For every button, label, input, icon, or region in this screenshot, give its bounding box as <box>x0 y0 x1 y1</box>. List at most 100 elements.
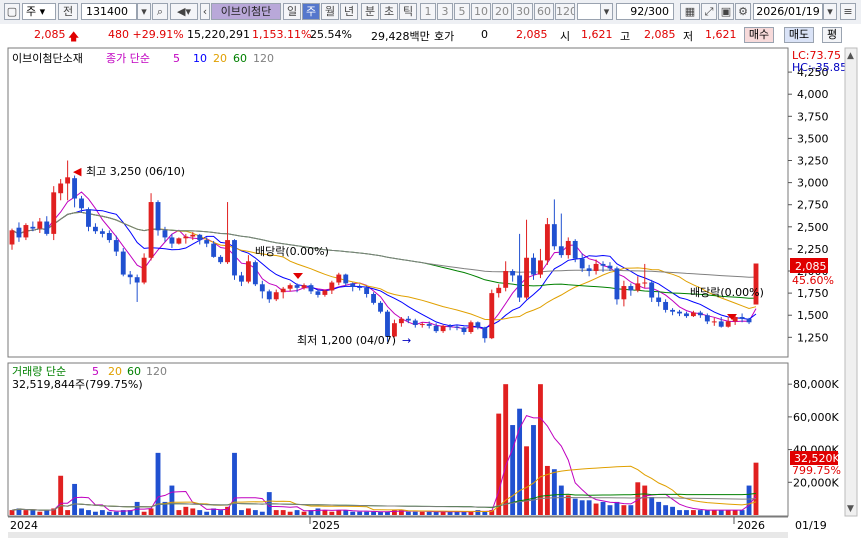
candle-body <box>489 293 495 339</box>
sell-button[interactable]: 매도 <box>784 27 814 43</box>
candle-body <box>475 322 481 328</box>
interval-1[interactable]: 1 <box>420 3 436 20</box>
interval-30[interactable]: 30 <box>513 3 533 20</box>
save-icon[interactable]: ▣ <box>718 3 734 20</box>
left-arrow-icon[interactable]: ‹ <box>200 3 210 20</box>
volume-bar <box>531 425 536 515</box>
grid-icon[interactable]: ▦ <box>680 3 700 20</box>
volume-bar <box>677 510 682 515</box>
volume-bar <box>141 511 147 515</box>
interval-20[interactable]: 20 <box>492 3 512 20</box>
candle-body <box>697 312 703 316</box>
candle-body <box>398 318 404 324</box>
volume-bar <box>301 511 307 515</box>
candle-body <box>558 246 564 256</box>
tab-week[interactable]: 주 <box>302 3 320 20</box>
candle-body <box>16 227 22 238</box>
annotation-low: 최저 1,200 (04/07) → <box>297 334 411 347</box>
volume-bar <box>329 511 335 515</box>
calendar-icon[interactable]: ▾ <box>823 3 837 20</box>
tab-month[interactable]: 월 <box>321 3 339 20</box>
volume-bar <box>510 425 516 515</box>
horizontal-scrollbar[interactable] <box>8 532 788 538</box>
stock-chart[interactable]: 4,2504,0003,7503,5003,2503,0002,7502,500… <box>0 46 861 539</box>
volume-bar <box>538 384 543 515</box>
high-value: 2,085 <box>644 28 676 41</box>
quote-change: 480 +29.91% <box>108 28 184 41</box>
buy-button[interactable]: 매수 <box>744 27 774 43</box>
legend-ma60: 60 <box>233 52 247 65</box>
quote-bar: 2,085 🡅 480 +29.91% 15,220,291 1,153.11%… <box>0 24 861 47</box>
candle-body <box>37 221 43 229</box>
candle-body <box>544 224 550 261</box>
date-field[interactable]: 2026/01/19 <box>753 3 823 20</box>
window-icon[interactable]: ▢ <box>4 3 20 20</box>
candle-body <box>86 209 91 227</box>
scroll-up-icon[interactable]: ▲ <box>847 51 854 61</box>
candle-body <box>350 283 356 287</box>
candle-body <box>704 315 710 322</box>
volume-bar <box>350 511 356 515</box>
volume-bar <box>461 511 467 515</box>
interval-3[interactable]: 3 <box>437 3 453 20</box>
tab-second[interactable]: 초 <box>380 3 398 20</box>
eval-button[interactable]: 평 <box>822 27 842 43</box>
tab-tick[interactable]: 틱 <box>399 3 417 20</box>
candle-body <box>454 326 460 328</box>
prev-button[interactable]: 전 <box>58 3 78 20</box>
candle-body <box>447 325 453 327</box>
count-field[interactable]: 92/300 <box>616 3 674 20</box>
candle-body <box>690 312 696 317</box>
candle-body <box>419 324 425 326</box>
candle-body <box>93 226 98 232</box>
volume-bar <box>252 510 258 515</box>
candle-body <box>440 325 446 332</box>
sound-icon[interactable]: ◀▾ <box>170 3 198 20</box>
interval-5[interactable]: 5 <box>454 3 470 20</box>
volume-bar <box>558 485 564 515</box>
search-icon[interactable]: ⌕ <box>152 3 168 20</box>
volume-bar <box>357 511 363 515</box>
candle-body <box>524 257 529 298</box>
volume-bar <box>718 510 724 515</box>
interval-10[interactable]: 10 <box>471 3 491 20</box>
volume-bar <box>690 510 696 515</box>
interval-60[interactable]: 60 <box>534 3 554 20</box>
tab-minute[interactable]: 분 <box>361 3 379 20</box>
candle-body <box>607 265 613 269</box>
code-dropdown-icon[interactable]: ▾ <box>137 3 151 20</box>
scroll-down-icon[interactable]: ▼ <box>847 504 854 514</box>
candle-body <box>635 283 641 291</box>
volume-value-text: 32,519,844주(799.75%) <box>12 378 143 391</box>
candle-body <box>364 287 370 294</box>
candle-body <box>461 327 467 333</box>
candle-body <box>405 318 411 321</box>
quote-volume: 15,220,291 <box>187 28 250 41</box>
code-input[interactable]: 131400 <box>81 3 137 20</box>
up-arrow-icon: 🡅 <box>68 30 80 43</box>
interval-120[interactable]: 120 <box>555 3 575 20</box>
volume-bar <box>405 511 411 515</box>
tab-day[interactable]: 일 <box>283 3 301 20</box>
interval-dropdown-icon[interactable]: ▾ <box>600 3 613 20</box>
volume-bar <box>433 511 439 515</box>
candle-body <box>211 243 217 257</box>
volume-bar <box>412 511 418 515</box>
volume-bar <box>336 510 342 515</box>
candle-body <box>343 274 349 284</box>
vertical-scrollbar[interactable] <box>844 47 858 517</box>
candle-body <box>656 297 662 302</box>
line-tool-icon[interactable]: ⤢ <box>701 3 717 20</box>
stock-name: 이브이첨단 <box>211 3 281 20</box>
volume-bar <box>482 511 488 515</box>
menu-icon[interactable]: ≡ <box>840 3 856 20</box>
tab-year[interactable]: 년 <box>340 3 358 20</box>
market-select[interactable]: 주 ▾ <box>22 3 56 20</box>
annotation-div2: 배당락(0.00%) <box>690 286 764 299</box>
volume-bar <box>711 510 717 515</box>
settings-icon[interactable]: ⚙ <box>735 3 751 20</box>
current-vol-pct: 799.75% <box>792 464 841 477</box>
volume-bar <box>148 508 154 515</box>
candle-body <box>225 240 230 263</box>
candle-body <box>614 268 620 300</box>
